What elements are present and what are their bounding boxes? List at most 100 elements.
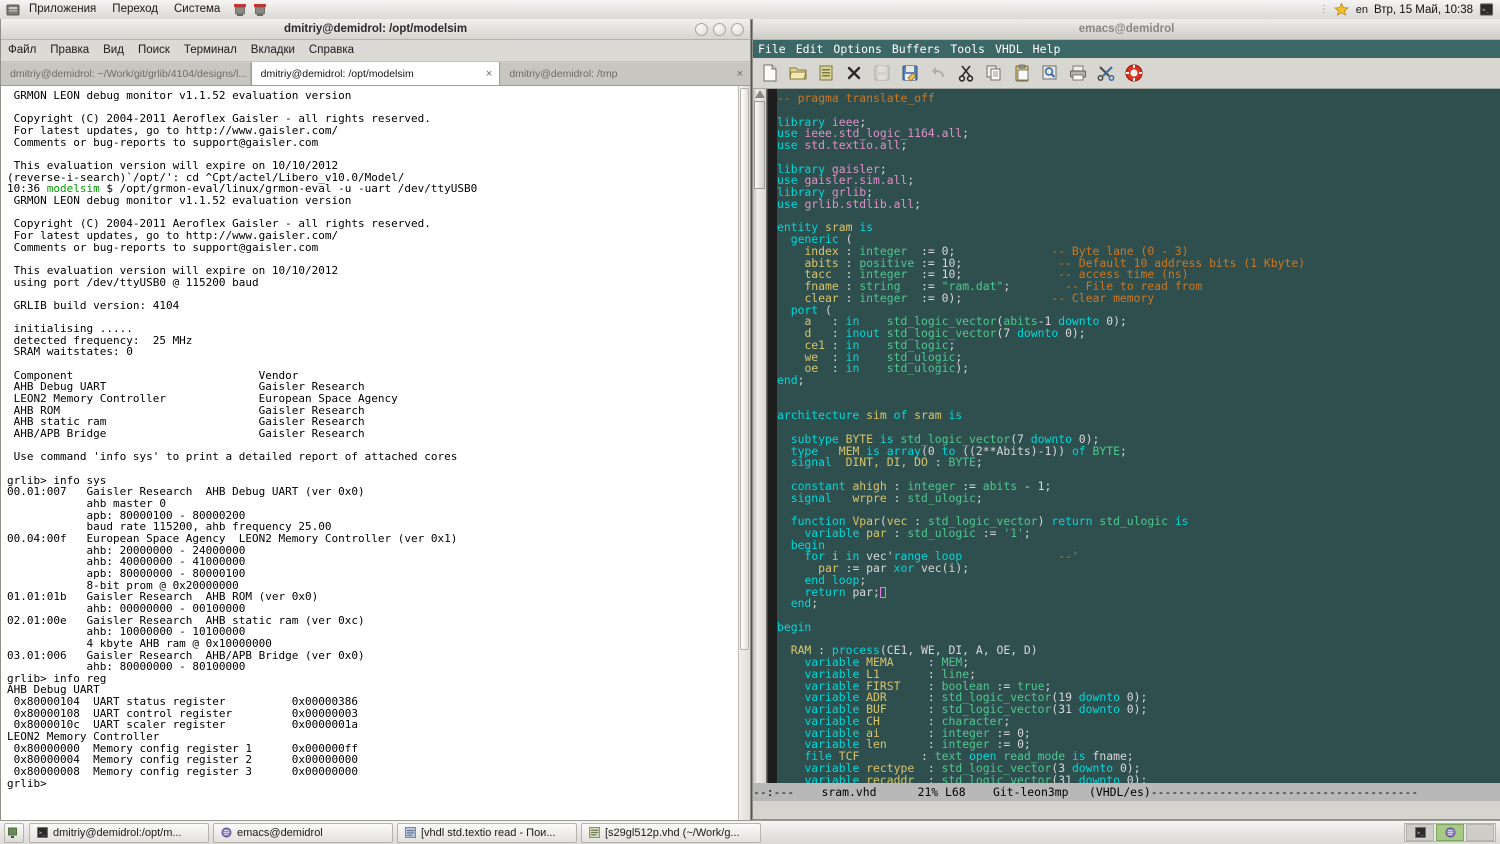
code-token: --' bbox=[1058, 549, 1079, 563]
code-token: vec(i); bbox=[914, 561, 969, 575]
emacs-menu-options[interactable]: Options bbox=[828, 40, 886, 58]
terminal-launcher-icon-2[interactable] bbox=[252, 2, 268, 18]
terminal-titlebar[interactable]: dmitriy@demidrol: /opt/modelsim bbox=[1, 19, 750, 40]
terminal-menu-search[interactable]: Поиск bbox=[131, 40, 177, 61]
print-icon[interactable] bbox=[1068, 63, 1088, 83]
scroll-up-arrow-icon[interactable] bbox=[755, 90, 765, 98]
terminal-output[interactable]: GRMON LEON debug monitor v1.1.52 evaluat… bbox=[1, 86, 738, 822]
code-line: par := par xor vec(i); bbox=[777, 563, 1500, 575]
undo-icon[interactable] bbox=[928, 63, 948, 83]
task-button-vhdl-file[interactable]: [s29gl512p.vhd (~/Work/g... bbox=[581, 823, 761, 843]
customize-icon[interactable] bbox=[1096, 63, 1116, 83]
task-button-vhdl-file-label: [s29gl512p.vhd (~/Work/g... bbox=[605, 827, 740, 839]
emacs-modeline: --:--- sram.vhd 21% L68 Git-leon3mp (VHD… bbox=[753, 783, 1500, 801]
cut-icon[interactable] bbox=[956, 63, 976, 83]
code-token: 0); bbox=[1099, 314, 1126, 328]
code-token: 0); bbox=[1058, 326, 1085, 340]
emacs-scrollbar-thumb[interactable] bbox=[754, 101, 765, 189]
close-button[interactable] bbox=[731, 23, 744, 36]
emacs-menu-file[interactable]: File bbox=[753, 40, 791, 58]
emacs-menu-tools[interactable]: Tools bbox=[945, 40, 990, 58]
open-folder-icon[interactable] bbox=[788, 63, 808, 83]
terminal-menu-view[interactable]: Вид bbox=[96, 40, 131, 61]
save-icon[interactable] bbox=[872, 63, 892, 83]
terminal-menu-edit[interactable]: Правка bbox=[43, 40, 96, 61]
text-cursor bbox=[880, 587, 886, 598]
star-icon[interactable] bbox=[1334, 2, 1350, 18]
workspace-3[interactable] bbox=[1466, 824, 1494, 841]
emacs-titlebar[interactable]: emacs@demidrol bbox=[753, 19, 1500, 40]
clock[interactable]: Втр, 15 Май, 10:38 bbox=[1374, 4, 1473, 16]
terminal-tab-1[interactable]: dmitriy@demidrol: ~/Work/git/grlib/4104/… bbox=[1, 63, 251, 85]
terminal-tab-3[interactable]: dmitriy@demidrol: /tmp × bbox=[500, 63, 750, 85]
terminal-menu-help[interactable]: Справка bbox=[302, 40, 361, 61]
menu-places[interactable]: Переход bbox=[104, 0, 166, 19]
paste-icon[interactable] bbox=[1012, 63, 1032, 83]
task-button-emacs[interactable]: emacs@demidrol bbox=[213, 823, 393, 843]
code-token: integer bbox=[859, 291, 907, 305]
code-line: clear : integer := 0); -- Clear memory bbox=[777, 293, 1500, 305]
save-as-icon[interactable] bbox=[900, 63, 920, 83]
task-button-browser[interactable]: [vhdl std.textio read - Пои... bbox=[397, 823, 577, 843]
emacs-scrollbar[interactable] bbox=[753, 89, 767, 801]
minimize-button[interactable] bbox=[695, 23, 708, 36]
terminal-tray-icon[interactable]: >_ bbox=[1479, 2, 1495, 18]
terminal-tab-2-close[interactable]: × bbox=[480, 68, 492, 80]
vhdl-source-code[interactable]: -- pragma translate_off library ieee;use… bbox=[777, 89, 1500, 783]
terminal-menu-file[interactable]: Файл bbox=[1, 40, 43, 61]
code-token: is bbox=[948, 408, 962, 422]
code-token: ; bbox=[976, 455, 983, 469]
terminal-launcher-icon[interactable] bbox=[232, 2, 248, 18]
code-token: sram bbox=[914, 408, 941, 422]
terminal-body[interactable]: GRMON LEON debug monitor v1.1.52 evaluat… bbox=[1, 86, 750, 822]
menu-applications[interactable]: Приложения bbox=[21, 0, 104, 19]
emacs-title: emacs@demidrol bbox=[1079, 23, 1175, 35]
tray-handle[interactable]: ⋮ bbox=[1319, 4, 1328, 15]
code-token: 0); bbox=[1120, 773, 1147, 784]
code-token: DINT, DI, DO bbox=[846, 455, 928, 469]
applications-icon[interactable] bbox=[5, 2, 21, 18]
terminal-menu-terminal[interactable]: Терминал bbox=[177, 40, 244, 61]
maximize-button[interactable] bbox=[713, 23, 726, 36]
terminal-scrollbar[interactable] bbox=[738, 86, 750, 822]
code-token: ; bbox=[1120, 444, 1127, 458]
show-desktop-icon[interactable] bbox=[4, 823, 24, 843]
search-icon[interactable] bbox=[1040, 63, 1060, 83]
emacs-buffer-area[interactable]: -- pragma translate_off library ieee;use… bbox=[753, 89, 1500, 801]
code-token: oe bbox=[804, 361, 818, 375]
terminal-menu-tabs[interactable]: Вкладки bbox=[244, 40, 302, 61]
terminal-tab-2[interactable]: dmitriy@demidrol: /opt/modelsim × bbox=[251, 62, 501, 85]
modeline-text: --:--- sram.vhd 21% L68 Git-leon3mp (VHD… bbox=[753, 785, 1418, 799]
code-token: 0); bbox=[1120, 702, 1147, 716]
code-token: recaddr bbox=[866, 773, 914, 784]
workspace-switcher[interactable]: >_ bbox=[1404, 823, 1496, 842]
menu-system[interactable]: Система bbox=[166, 0, 228, 19]
emacs-menu-edit[interactable]: Edit bbox=[791, 40, 829, 58]
code-token: wrpre bbox=[852, 491, 886, 505]
workspace-2[interactable] bbox=[1436, 824, 1464, 841]
help-icon[interactable] bbox=[1124, 63, 1144, 83]
emacs-menu-vhdl[interactable]: VHDL bbox=[990, 40, 1028, 58]
emacs-menu-help[interactable]: Help bbox=[1028, 40, 1066, 58]
code-line: variable recaddr : std_logic_vector(31 d… bbox=[777, 775, 1500, 784]
code-token: downto bbox=[1079, 773, 1120, 784]
code-token: in bbox=[846, 361, 860, 375]
copy-icon[interactable] bbox=[984, 63, 1004, 83]
close-buffer-icon[interactable] bbox=[844, 63, 864, 83]
terminal-tab-3-close[interactable]: × bbox=[731, 68, 743, 80]
code-token: of bbox=[1072, 444, 1086, 458]
dired-icon[interactable] bbox=[816, 63, 836, 83]
emacs-menu-buffers[interactable]: Buffers bbox=[887, 40, 945, 58]
task-button-terminal[interactable]: >_ dmitriy@demidrol:/opt/m... bbox=[29, 823, 209, 843]
workspace-1[interactable]: >_ bbox=[1406, 824, 1434, 841]
keyboard-layout-indicator[interactable]: en bbox=[1356, 4, 1368, 16]
emacs-fringe bbox=[768, 89, 777, 801]
code-line: signal DINT, DI, DO : BYTE; bbox=[777, 457, 1500, 469]
code-token: par; bbox=[846, 585, 880, 599]
new-file-icon[interactable] bbox=[760, 63, 780, 83]
code-token: end bbox=[791, 596, 812, 610]
emacs-icon-2 bbox=[589, 827, 600, 838]
terminal-scrollbar-thumb[interactable] bbox=[740, 88, 749, 650]
window-task-list: >_ dmitriy@demidrol:/opt/m... emacs@demi… bbox=[29, 823, 1399, 843]
code-line: begin bbox=[777, 622, 1500, 634]
